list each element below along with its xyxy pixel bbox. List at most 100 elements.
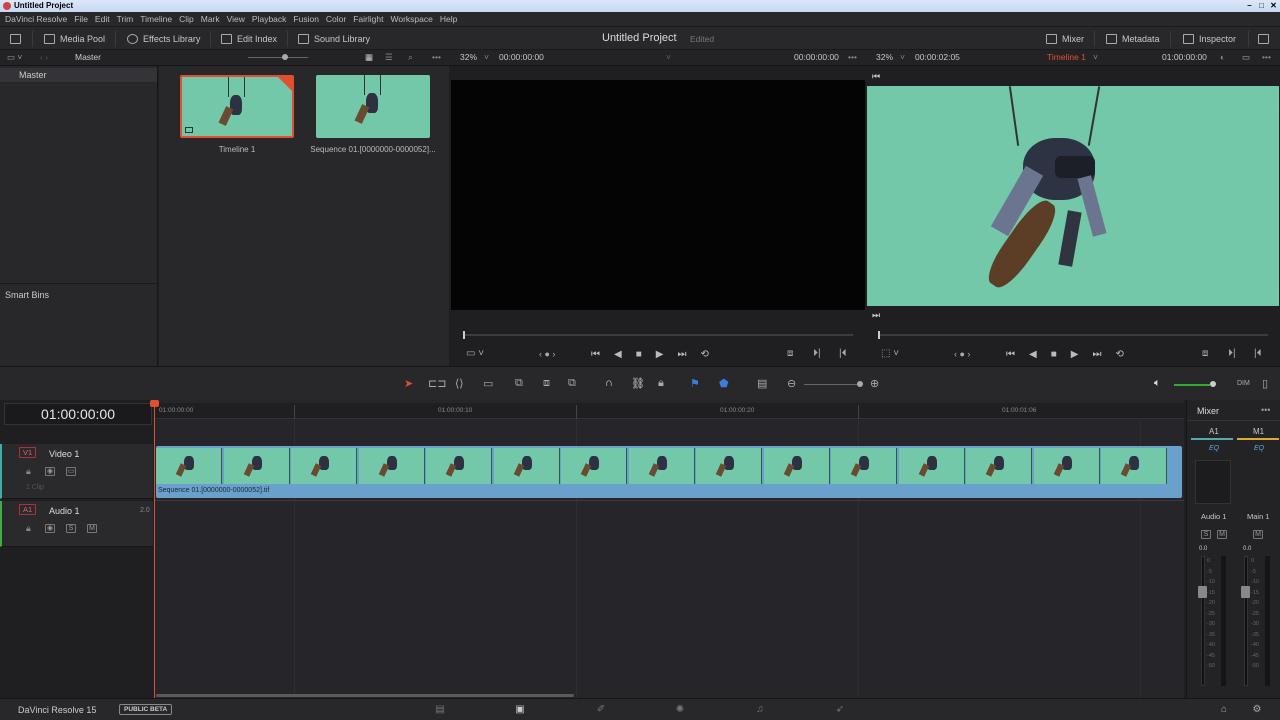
loop-icon[interactable]: ⟲ (1115, 349, 1123, 360)
maximize-button[interactable]: □ (1256, 1, 1267, 11)
media-page-icon[interactable]: ▤ (434, 704, 446, 715)
lock-icon[interactable]: 🔒︎ (658, 377, 664, 390)
sound-library-button[interactable]: Sound Library (298, 32, 370, 46)
timeline-view-icon[interactable]: ▤ (757, 377, 767, 390)
nav-back-icon[interactable]: ‹ › (40, 52, 48, 62)
menu-color[interactable]: Color (326, 14, 346, 24)
inspector-button[interactable]: Inspector (1183, 32, 1236, 46)
source-scrub-bar[interactable] (463, 334, 853, 336)
mixer-main-mute-button[interactable]: M (1253, 530, 1263, 539)
flag-icon[interactable]: ⚑ (690, 377, 700, 390)
video-track-tag[interactable]: V1 (19, 447, 37, 458)
mute-button[interactable]: M (87, 524, 97, 533)
snapping-icon[interactable]: ∩ (605, 377, 613, 389)
audio-track-name[interactable]: Audio 1 (49, 506, 80, 516)
go-to-start-icon[interactable]: ⏮ (591, 349, 600, 360)
fusion-page-icon[interactable]: ✐ (595, 704, 607, 715)
color-picker-icon[interactable]: ◐ (1220, 52, 1225, 62)
options-icon[interactable]: ••• (1262, 52, 1271, 62)
chevron-down-icon[interactable]: ˅ (1093, 52, 1098, 62)
source-playhead[interactable] (463, 331, 465, 339)
menu-workspace[interactable]: Workspace (390, 14, 432, 24)
track-enable-icon[interactable]: ▭ (66, 467, 76, 476)
go-to-end-icon[interactable]: ⏭ (1092, 349, 1101, 360)
timeline-zoom[interactable]: 32% (876, 52, 893, 62)
mixer-solo-button[interactable]: S (1201, 530, 1211, 539)
play-reverse-icon[interactable]: ◀ (1029, 349, 1037, 360)
bin-master-row[interactable]: Master (0, 68, 157, 82)
options-icon[interactable]: ••• (432, 52, 441, 62)
replace-clip-icon[interactable]: ⧉ (568, 377, 576, 390)
edit-index-button[interactable]: Edit Index (221, 32, 277, 46)
close-button[interactable]: ✕ (1268, 1, 1279, 11)
volume-slider[interactable] (1174, 384, 1210, 386)
chevron-down-icon[interactable]: ˅ (484, 52, 489, 62)
viewer-layout-icon[interactable]: ▭ ˅ (466, 348, 484, 359)
timeline-timecode[interactable]: 01:00:00:00 (4, 403, 152, 425)
menu-edit[interactable]: Edit (95, 14, 110, 24)
go-to-end-icon[interactable]: ⏭ (677, 349, 686, 360)
panel-toggle-icon[interactable] (10, 32, 21, 46)
pan-control[interactable] (1195, 460, 1231, 504)
marker-icon[interactable]: ⬟ (719, 377, 729, 390)
bin-list-icon[interactable]: ▭ ˅ (7, 52, 22, 63)
video-track-header[interactable]: V1 Video 1 🔒︎ ◉ ▭ 1 Clip (0, 444, 153, 499)
options-icon[interactable]: ••• (1261, 405, 1270, 415)
link-icon[interactable]: ⛓ (631, 377, 645, 390)
timeline-viewer-canvas[interactable] (867, 86, 1279, 306)
search-icon[interactable]: ⌕ (408, 52, 413, 63)
home-icon[interactable]: ⌂ (1218, 704, 1230, 715)
timeline-playhead[interactable] (150, 400, 159, 698)
video-track-name[interactable]: Video 1 (49, 449, 79, 459)
menu-mark[interactable]: Mark (201, 14, 220, 24)
go-to-end-icon[interactable]: ⏭ (872, 310, 880, 321)
menu-timeline[interactable]: Timeline (140, 14, 172, 24)
auto-select-icon[interactable]: ◉ (45, 524, 55, 533)
chevron-down-icon[interactable]: ˅ (666, 52, 671, 62)
audio-track-tag[interactable]: A1 (19, 504, 37, 515)
fader-a1[interactable] (1201, 556, 1205, 686)
menu-help[interactable]: Help (440, 14, 457, 24)
mark-in-icon[interactable]: ⏵| (1228, 348, 1236, 359)
insert-clip-icon[interactable]: ⧉ (515, 377, 523, 390)
list-view-icon[interactable]: ☰ (385, 52, 393, 63)
chevron-down-icon[interactable]: ˅ (900, 52, 905, 62)
play-icon[interactable]: ▶ (656, 349, 664, 360)
mark-out-icon[interactable]: |⏴ (1254, 348, 1262, 359)
source-viewer-canvas[interactable] (451, 80, 865, 310)
play-reverse-icon[interactable]: ◀ (614, 349, 622, 360)
effects-library-button[interactable]: Effects Library (127, 32, 200, 46)
source-zoom[interactable]: 32% (460, 52, 477, 62)
stop-icon[interactable]: ■ (1051, 349, 1057, 360)
mixer-mute-button[interactable]: M (1217, 530, 1227, 539)
eq-m1[interactable]: EQ (1254, 445, 1264, 452)
play-icon[interactable]: ▶ (1071, 349, 1079, 360)
timeline-scrollbar[interactable] (156, 694, 574, 697)
settings-gear-icon[interactable]: ⚙ (1251, 704, 1263, 715)
fader-knob-a1[interactable] (1198, 586, 1207, 598)
expand-icon[interactable] (1258, 32, 1269, 46)
metadata-button[interactable]: Metadata (1106, 32, 1160, 46)
clip-thumbnail-timeline[interactable] (180, 75, 294, 138)
zoom-in-icon[interactable]: ⊕ (870, 377, 879, 390)
media-pool-button[interactable]: Media Pool (44, 32, 105, 46)
zoom-out-icon[interactable]: ⊖ (787, 377, 796, 390)
timeline-viewer-playhead[interactable] (878, 331, 880, 339)
jog-icon[interactable]: ‹ ● › (539, 349, 555, 359)
lock-icon[interactable]: 🔒︎ (26, 523, 31, 534)
minimize-button[interactable]: – (1244, 1, 1255, 11)
grid-view-icon[interactable]: ▦ (365, 52, 373, 63)
deliver-page-icon[interactable]: ➶ (834, 704, 846, 715)
timeline-clip[interactable]: Sequence 01.[0000000-0000052].tif (156, 446, 1182, 498)
viewer-mode-icon[interactable]: ▭ (1242, 52, 1250, 63)
timeline-name[interactable]: Timeline 1 (1047, 52, 1086, 62)
stop-icon[interactable]: ■ (636, 349, 642, 360)
timeline-area[interactable]: 01:00:00:00 01:00:00:10 01:00:00:20 01:0… (150, 400, 1184, 698)
go-to-start-icon[interactable]: ⏮ (872, 71, 880, 82)
zoom-slider[interactable] (804, 384, 860, 385)
blade-tool-icon[interactable]: ▭ (483, 377, 493, 390)
fairlight-page-icon[interactable]: ♫ (754, 704, 766, 715)
go-to-start-icon[interactable]: ⏮ (1006, 349, 1015, 360)
mixer-button[interactable]: Mixer (1046, 32, 1084, 46)
menu-fusion[interactable]: Fusion (293, 14, 319, 24)
